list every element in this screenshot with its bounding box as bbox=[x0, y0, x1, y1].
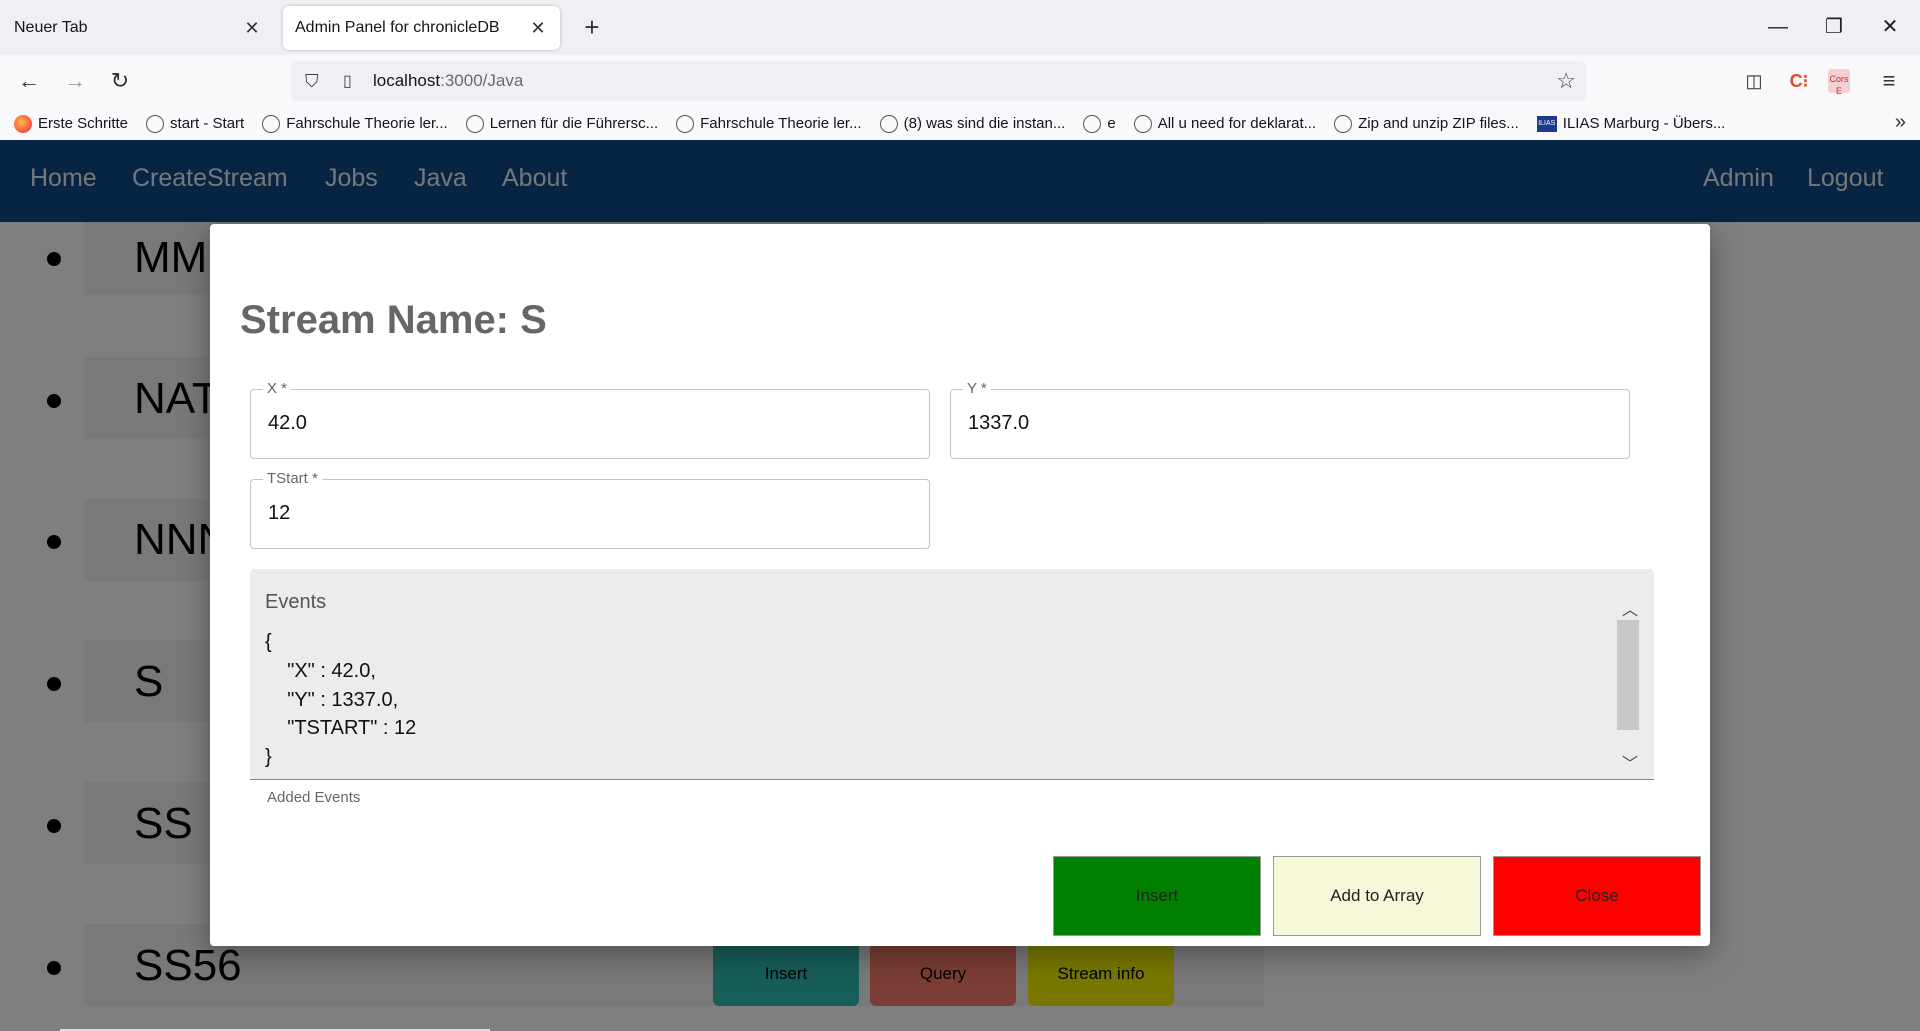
browser-tab-bar: Neuer Tab ✕ Admin Panel for chronicleDB … bbox=[0, 0, 1920, 55]
back-icon[interactable]: ← bbox=[11, 63, 47, 99]
insert-event-dialog: Stream Name: S X * 42.0 Y * 1337.0 TStar… bbox=[210, 224, 1710, 946]
menu-icon[interactable]: ≡ bbox=[1873, 65, 1905, 97]
x-field-label: X * bbox=[263, 380, 292, 397]
globe-icon bbox=[1133, 114, 1152, 133]
bookmark-item[interactable]: (8) was sind die instan... bbox=[879, 114, 1065, 133]
x-field[interactable]: X * 42.0 bbox=[250, 380, 930, 459]
page-info-icon[interactable]: ▯ bbox=[343, 71, 363, 91]
y-field[interactable]: Y * 1337.0 bbox=[950, 380, 1630, 459]
bookmark-star-icon[interactable]: ☆ bbox=[1556, 68, 1576, 94]
insert-button[interactable]: Insert bbox=[1053, 856, 1261, 936]
globe-icon bbox=[1334, 114, 1353, 133]
url-path: :3000/Java bbox=[440, 71, 524, 90]
bookmarks-overflow-icon[interactable]: » bbox=[1895, 111, 1906, 134]
minimize-icon[interactable]: — bbox=[1758, 10, 1798, 44]
add-to-array-button[interactable]: Add to Array bbox=[1273, 856, 1481, 936]
bookmark-item[interactable]: Fahrschule Theorie ler... bbox=[676, 114, 862, 133]
y-field-value[interactable]: 1337.0 bbox=[968, 412, 1029, 435]
events-line: { bbox=[265, 631, 272, 653]
globe-icon bbox=[262, 114, 281, 133]
forward-icon[interactable]: → bbox=[57, 63, 93, 99]
bookmark-item[interactable]: ILIAS ILIAS Marburg - Übers... bbox=[1536, 115, 1725, 132]
globe-icon bbox=[1083, 114, 1102, 133]
browser-tab-admin-panel[interactable]: Admin Panel for chronicleDB ✕ bbox=[283, 6, 560, 50]
globe-icon bbox=[146, 114, 165, 133]
events-line: } bbox=[265, 746, 272, 768]
bookmark-item[interactable]: Lernen für die Führersc... bbox=[465, 114, 658, 133]
scroll-down-icon[interactable]: ﹀ bbox=[1622, 750, 1638, 774]
globe-icon bbox=[465, 114, 484, 133]
restore-window-icon[interactable]: ❐ bbox=[1814, 10, 1854, 44]
url-host: localhost bbox=[373, 71, 441, 90]
bookmarks-bar: Erste Schritte start - Start Fahrschule … bbox=[0, 107, 1920, 140]
tstart-field-value[interactable]: 12 bbox=[268, 502, 290, 525]
new-tab-button[interactable]: + bbox=[574, 10, 610, 46]
reload-icon[interactable]: ↻ bbox=[102, 63, 138, 99]
dialog-title: Stream Name: S bbox=[240, 298, 547, 342]
events-line: "TSTART" : 12 bbox=[265, 717, 417, 739]
bookmark-item[interactable]: Erste Schritte bbox=[14, 114, 128, 133]
events-textarea[interactable]: Events { "X" : 42.0, "Y" : 1337.0, "TSTA… bbox=[250, 569, 1654, 780]
bookmark-item[interactable]: e bbox=[1083, 114, 1116, 133]
tab-title: Neuer Tab bbox=[14, 19, 88, 36]
tab-title: Admin Panel for chronicleDB bbox=[295, 19, 500, 36]
browser-tab-neuer-tab[interactable]: Neuer Tab ✕ bbox=[2, 6, 274, 50]
extension-c-icon[interactable]: C⁝ bbox=[1783, 65, 1815, 97]
close-tab-icon[interactable]: ✕ bbox=[242, 18, 262, 39]
x-field-value[interactable]: 42.0 bbox=[268, 412, 307, 435]
url-bar[interactable]: ⛉ ▯ localhost:3000/Java ☆ bbox=[291, 61, 1586, 101]
bookmark-item[interactable]: Fahrschule Theorie ler... bbox=[262, 114, 448, 133]
ilias-icon: ILIAS bbox=[1536, 115, 1557, 132]
pocket-icon[interactable]: ◫ bbox=[1738, 65, 1770, 97]
events-helper-text: Added Events bbox=[267, 789, 361, 806]
firefox-icon bbox=[14, 114, 32, 133]
shield-icon[interactable]: ⛉ bbox=[305, 71, 331, 92]
close-tab-icon[interactable]: ✕ bbox=[528, 18, 548, 39]
bookmark-item[interactable]: All u need for deklarat... bbox=[1133, 114, 1316, 133]
globe-icon bbox=[676, 114, 695, 133]
tstart-field[interactable]: TStart * 12 bbox=[250, 470, 930, 549]
globe-icon bbox=[879, 114, 898, 133]
events-scrollbar-thumb[interactable] bbox=[1617, 620, 1639, 730]
bookmark-item[interactable]: Zip and unzip ZIP files... bbox=[1334, 114, 1519, 133]
events-line: "Y" : 1337.0, bbox=[265, 689, 399, 711]
events-label: Events bbox=[265, 591, 327, 613]
bookmark-item[interactable]: start - Start bbox=[146, 114, 244, 133]
scroll-up-icon[interactable]: ︿ bbox=[1622, 596, 1638, 620]
close-window-icon[interactable]: ✕ bbox=[1870, 10, 1910, 44]
events-line: "X" : 42.0, bbox=[265, 660, 376, 682]
close-button[interactable]: Close bbox=[1493, 856, 1701, 936]
tstart-field-label: TStart * bbox=[263, 470, 322, 487]
cors-extension-icon[interactable]: Cors E bbox=[1828, 69, 1850, 96]
y-field-label: Y * bbox=[963, 380, 991, 397]
browser-toolbar: ← → ↻ ⛉ ▯ localhost:3000/Java ☆ ◫ C⁝ Cor… bbox=[0, 55, 1920, 107]
